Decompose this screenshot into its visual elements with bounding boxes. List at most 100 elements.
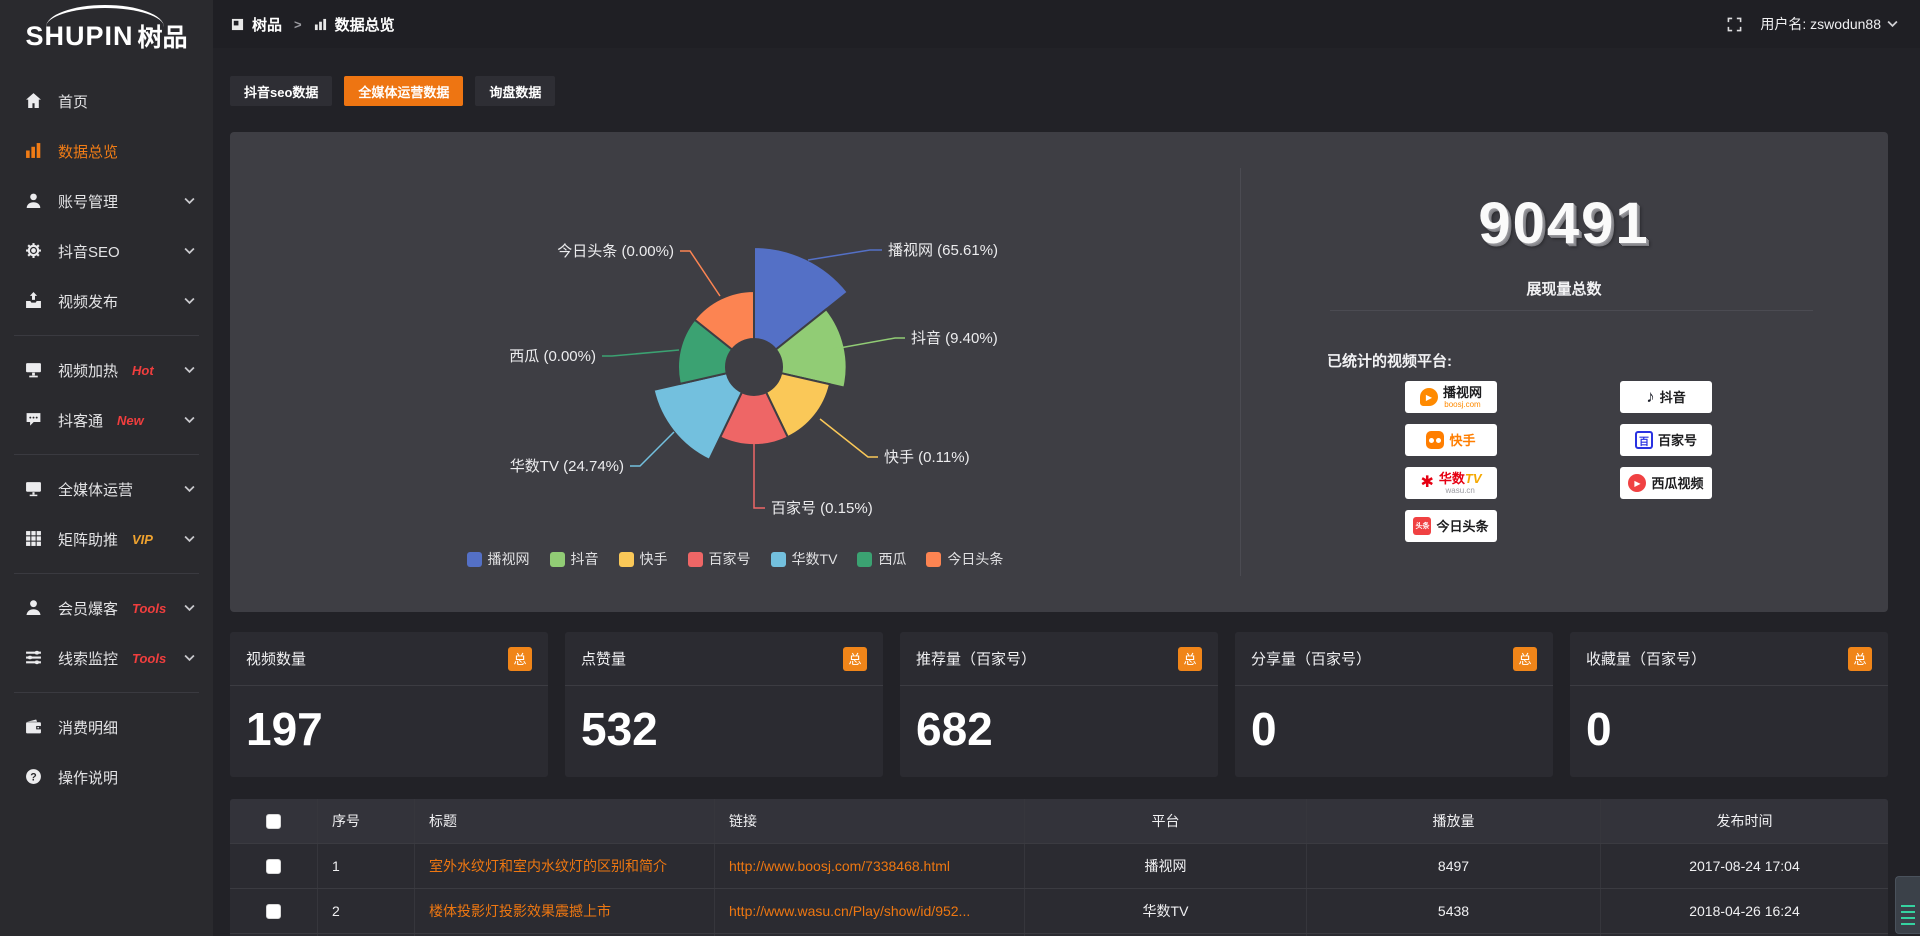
legend-item-百家号[interactable]: 百家号 — [688, 549, 751, 569]
total-badge[interactable]: 总 — [1848, 647, 1872, 671]
legend-item-西瓜[interactable]: 西瓜 — [857, 549, 906, 569]
table-row: 1室外水纹灯和室内水纹灯的区别和简介http://www.boosj.com/7… — [230, 843, 1888, 888]
platform-badge-douyin: ♪ 抖音 — [1620, 381, 1712, 413]
table-header-cell: 发布时间 — [1601, 799, 1888, 843]
pie-label-line — [820, 419, 878, 457]
legend-swatch — [619, 552, 634, 567]
row-checkbox[interactable] — [266, 904, 281, 919]
sidebar-item-data-overview[interactable]: 数据总览 — [0, 126, 213, 176]
platform-badge-text: 西瓜视频 — [1651, 477, 1703, 490]
fullscreen-icon[interactable] — [1727, 17, 1742, 32]
kuaishou-logo-icon — [1426, 431, 1444, 449]
pie-label: 今日头条 (0.00%) — [557, 243, 674, 260]
legend-swatch — [771, 552, 786, 567]
table-header-row: 序号标题链接平台播放量发布时间 — [230, 799, 1888, 843]
platform-share-pie-chart: 播视网 (65.61%)抖音 (9.40%)快手 (0.11%)百家号 (0.1… — [230, 132, 1240, 612]
stat-card-0: 视频数量总197 — [230, 632, 548, 777]
data-tabs: 抖音seo数据全媒体运营数据询盘数据 — [230, 76, 1888, 106]
topbar-right: 用户名: zswodun88 — [1727, 14, 1898, 34]
platform-badge-text: 今日头条 — [1436, 520, 1488, 533]
platform-badge-text: 快手 — [1449, 434, 1475, 447]
videos-table: 序号标题链接平台播放量发布时间1室外水纹灯和室内水纹灯的区别和简介http://… — [230, 799, 1888, 936]
sidebar-divider — [14, 573, 199, 574]
select-all-checkbox[interactable] — [266, 814, 281, 829]
toutiao-logo-icon: 头条 — [1413, 517, 1431, 535]
stat-card-label: 推荐量（百家号） — [916, 648, 1036, 669]
stat-card-4: 收藏量（百家号）总0 — [1570, 632, 1888, 777]
tab-douyin-seo-data[interactable]: 抖音seo数据 — [230, 76, 332, 106]
legend-item-今日头条[interactable]: 今日头条 — [926, 549, 1003, 569]
legend-item-华数TV[interactable]: 华数TV — [771, 549, 838, 569]
user-menu[interactable]: 用户名: zswodun88 — [1760, 14, 1898, 34]
sidebar-item-label: 抖音SEO — [58, 241, 120, 262]
stat-card-label: 收藏量（百家号） — [1586, 648, 1706, 669]
user-icon — [25, 192, 43, 210]
sidebar-item-help[interactable]: ?操作说明 — [0, 752, 213, 802]
tab-inquiry-data[interactable]: 询盘数据 — [475, 76, 555, 106]
table-header-cell: 标题 — [415, 799, 715, 843]
video-title-link[interactable]: 室外水纹灯和室内水纹灯的区别和简介 — [429, 856, 667, 876]
total-badge[interactable]: 总 — [1513, 647, 1537, 671]
douyin-logo-icon: ♪ — [1646, 387, 1655, 407]
platform-badge-text: 播视网boosj.com — [1443, 386, 1482, 409]
legend-item-抖音[interactable]: 抖音 — [550, 549, 599, 569]
pie-slice-华数TV[interactable] — [654, 373, 742, 460]
sidebar-item-clue-monitor[interactable]: 线索监控Tools — [0, 633, 213, 683]
platform-subtext: boosj.com — [1444, 401, 1480, 409]
legend-item-快手[interactable]: 快手 — [619, 549, 668, 569]
platform-badge-baijiahao: 百百家号 — [1620, 424, 1712, 456]
sidebar-item-consume-detail[interactable]: 消费明细 — [0, 702, 213, 752]
sidebar-divider — [14, 335, 199, 336]
stat-card-header: 点赞量总 — [565, 632, 883, 686]
breadcrumb-item-root[interactable]: 树品 — [252, 14, 282, 35]
floating-widget[interactable] — [1895, 876, 1920, 934]
topbar: 树品 > 数据总览 用户名: zswodun88 — [213, 0, 1920, 48]
chevron-down-icon — [184, 535, 195, 543]
sidebar-item-account-management[interactable]: 账号管理 — [0, 176, 213, 226]
legend-label: 播视网 — [488, 549, 530, 569]
cell-published: 2017-08-24 17:04 — [1601, 844, 1888, 888]
tab-media-operation-data[interactable]: 全媒体运营数据 — [344, 76, 463, 106]
legend-label: 抖音 — [571, 549, 599, 569]
sidebar-item-home[interactable]: 首页 — [0, 76, 213, 126]
platform-name: 快手 — [1449, 434, 1475, 447]
sidebar-item-douyin-seo[interactable]: 抖音SEO — [0, 226, 213, 276]
cell-title: 楼体投影灯投影效果震撼上市 — [415, 889, 715, 933]
video-url-link[interactable]: http://www.boosj.com/7338468.html — [729, 858, 950, 874]
chevron-down-icon — [184, 197, 195, 205]
platform-name: 抖音 — [1660, 391, 1686, 404]
pie-label: 西瓜 (0.00%) — [509, 348, 596, 365]
sidebar-divider — [14, 454, 199, 455]
cell-title: 室外水纹灯和室内水纹灯的区别和简介 — [415, 844, 715, 888]
cell-platform: 华数TV — [1025, 889, 1307, 933]
sidebar-item-member-baoke[interactable]: 会员爆客Tools — [0, 583, 213, 633]
sidebar-item-video-publish[interactable]: 视频发布 — [0, 276, 213, 326]
legend-swatch — [688, 552, 703, 567]
legend-label: 快手 — [640, 549, 668, 569]
sidebar-item-media-operation[interactable]: 全媒体运营 — [0, 464, 213, 514]
total-badge[interactable]: 总 — [508, 647, 532, 671]
wallet-icon — [25, 718, 43, 736]
sidebar-item-douketong[interactable]: 抖客通New — [0, 395, 213, 445]
publish-icon — [25, 292, 43, 310]
chevron-down-icon — [184, 604, 195, 612]
main-content: 抖音seo数据全媒体运营数据询盘数据 播视网 (65.61%)抖音 (9.40%… — [213, 48, 1920, 936]
stat-cards-row: 视频数量总197点赞量总532推荐量（百家号）总682分享量（百家号）总0收藏量… — [230, 632, 1888, 777]
sidebar-item-matrix-boost[interactable]: 矩阵助推VIP — [0, 514, 213, 564]
total-badge[interactable]: 总 — [1178, 647, 1202, 671]
total-badge[interactable]: 总 — [843, 647, 867, 671]
video-url-link[interactable]: http://www.wasu.cn/Play/show/id/952... — [729, 903, 970, 919]
legend-label: 西瓜 — [878, 549, 906, 569]
legend-label: 百家号 — [709, 549, 751, 569]
legend-item-播视网[interactable]: 播视网 — [467, 549, 530, 569]
cell-platform: 播视网 — [1025, 844, 1307, 888]
cell-link: http://www.wasu.cn/Play/show/id/952... — [715, 889, 1025, 933]
table-header-cell: 序号 — [318, 799, 415, 843]
grid-icon — [25, 530, 43, 548]
cell-link: http://www.boosj.com/7338468.html — [715, 844, 1025, 888]
summary-section: 90491 展现量总数 已统计的视频平台: ▶播视网boosj.com♪抖音快手… — [1240, 132, 1888, 612]
sidebar-item-video-heat[interactable]: 视频加热Hot — [0, 345, 213, 395]
row-checkbox[interactable] — [266, 859, 281, 874]
sidebar-nav: 首页数据总览账号管理抖音SEO 视频发布视频加热Hot抖客通New 全媒体运营矩阵助… — [0, 76, 213, 802]
video-title-link[interactable]: 楼体投影灯投影效果震撼上市 — [429, 901, 611, 921]
